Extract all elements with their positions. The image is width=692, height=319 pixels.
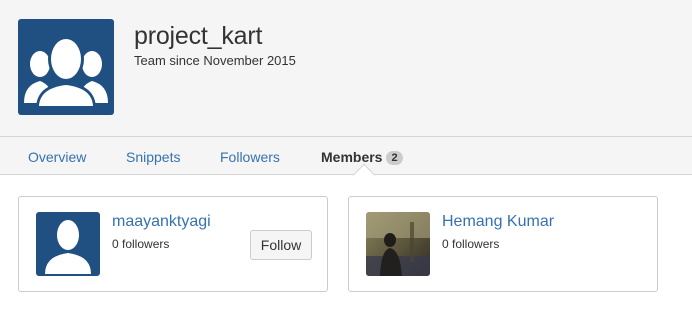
default-user-icon[interactable] [36,212,100,276]
team-name: project_kart [134,22,263,50]
user-photo-avatar[interactable] [366,212,430,276]
member-followers-count: 0 followers [442,237,500,251]
member-name-link[interactable]: maayanktyagi [112,213,211,231]
tab-overview[interactable]: Overview [28,149,86,165]
member-card: Hemang Kumar 0 followers [348,196,658,292]
follow-button[interactable]: Follow [250,230,312,260]
team-avatar-icon [18,19,114,115]
tab-members-label: Members [321,149,383,165]
tab-snippets[interactable]: Snippets [126,149,180,165]
team-header: project_kart Team since November 2015 [0,0,692,137]
member-name-link[interactable]: Hemang Kumar [442,213,554,231]
members-count-badge: 2 [386,151,403,165]
tab-members[interactable]: Members 2 [321,149,403,165]
member-followers-count: 0 followers [112,237,170,251]
team-since: Team since November 2015 [134,53,296,68]
tab-followers[interactable]: Followers [220,149,280,165]
member-card: maayanktyagi 0 followers Follow [18,196,328,292]
team-tabs: Overview Snippets Followers Members 2 [0,137,692,175]
